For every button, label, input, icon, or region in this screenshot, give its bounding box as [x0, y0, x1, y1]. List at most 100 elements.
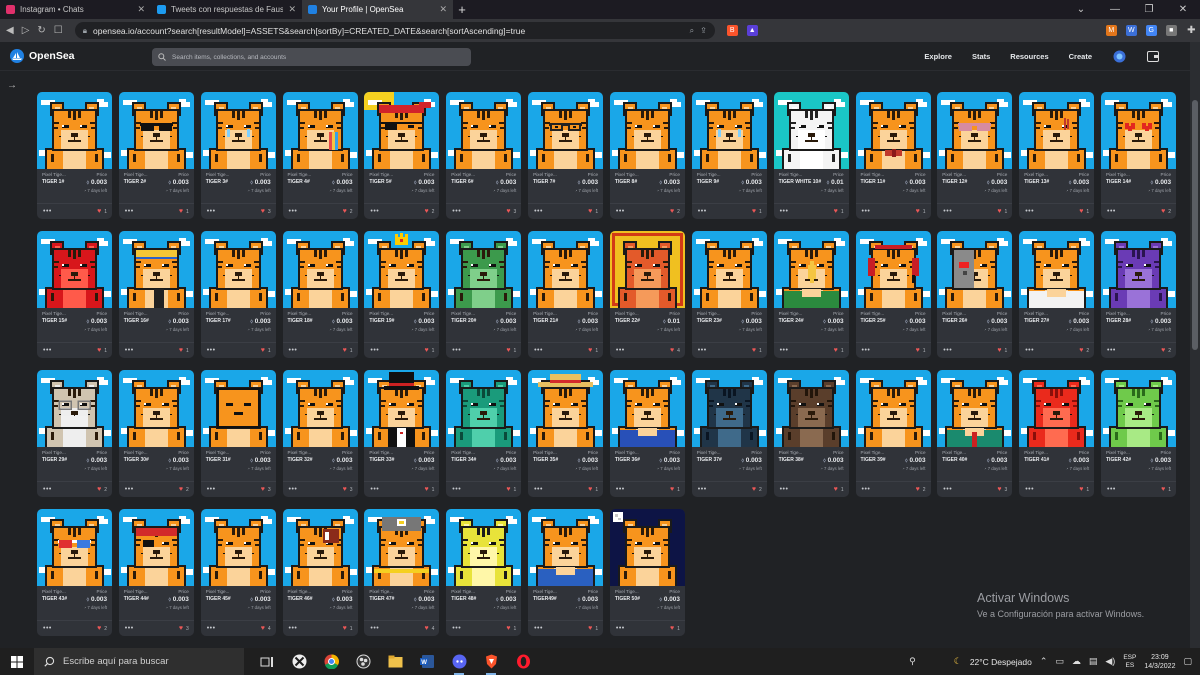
nft-card[interactable]: Pixel Tige... Price TIGER 42# ⬨ 0.003 ◔ 7 da… — [1101, 370, 1176, 497]
nft-image[interactable] — [691, 231, 767, 308]
favorite-button[interactable]: ♥ 1 — [506, 625, 516, 632]
more-options-icon[interactable]: ••• — [616, 625, 625, 632]
browser-tab[interactable]: Tweets con respuestas de Fausty100 (✕ — [151, 0, 302, 19]
nft-card[interactable]: Pixel Tige... Price TIGER 13# ⬨ 0.003 ◔ 7 da… — [1019, 92, 1095, 219]
collection-name[interactable]: Pixel Tige... — [288, 450, 312, 455]
nft-name[interactable]: TIGER 7# — [533, 179, 555, 185]
network-icon[interactable]: ▤ — [1089, 656, 1098, 667]
minimize-icon[interactable]: — — [1098, 0, 1132, 19]
nft-card[interactable]: Pixel Tige... Price TIGER 3# ⬨ 0.003 ◔ 7 day… — [200, 92, 276, 219]
favorite-button[interactable]: ♥ 2 — [1161, 208, 1171, 215]
nft-card[interactable]: Pixel Tige... Price TIGER 32# ⬨ 0.003 ◔ 7 da… — [282, 370, 358, 497]
volume-icon[interactable]: ◀) — [1105, 656, 1115, 667]
clock[interactable]: 23:09 14/3/2022 — [1144, 653, 1175, 671]
more-options-icon[interactable]: ••• — [43, 486, 52, 493]
collection-name[interactable]: Pixel Tige... — [288, 311, 312, 316]
favorite-button[interactable]: ♥ 4 — [261, 625, 271, 632]
browser-tab[interactable]: Your Profile | OpenSea ✕ — [302, 0, 453, 19]
nft-image[interactable] — [282, 509, 358, 586]
nft-card[interactable]: Pixel Tige... Price TIGER 20# ⬨ 0.003 ◔ 7 da… — [446, 231, 522, 358]
favorite-button[interactable]: ♥ 1 — [588, 347, 598, 354]
tray-expand-icon[interactable]: ⌃ — [1040, 656, 1048, 667]
favorite-button[interactable]: ♥ 1 — [752, 347, 762, 354]
collection-name[interactable]: Pixel Tige... — [697, 172, 721, 177]
translate-icon[interactable]: G — [1145, 25, 1157, 36]
metamask-icon[interactable]: M — [1105, 25, 1117, 36]
language-indicator[interactable]: ESP ES — [1123, 654, 1136, 670]
search-input[interactable] — [172, 53, 452, 61]
nft-name[interactable]: TIGER 35# — [533, 457, 558, 463]
favorite-button[interactable]: ♥ 1 — [1079, 486, 1089, 493]
nft-card[interactable]: Pixel Tige... Price TIGER 7# ⬨ 0.003 ◔ 7 day… — [528, 92, 604, 219]
favorite-button[interactable]: ♥ 2 — [670, 208, 680, 215]
chrome-icon[interactable] — [322, 653, 340, 671]
nft-name[interactable]: TIGER 23# — [697, 318, 722, 324]
more-options-icon[interactable]: ••• — [1025, 486, 1034, 493]
extension-icon[interactable]: ■ — [1165, 25, 1177, 36]
nft-image[interactable] — [528, 509, 604, 586]
weather-text[interactable]: 22°C Despejado — [970, 657, 1032, 667]
nft-name[interactable]: TIGER 1# — [42, 179, 64, 185]
more-options-icon[interactable]: ••• — [862, 486, 871, 493]
nft-image[interactable] — [446, 509, 522, 586]
nft-name[interactable]: TIGER 42# — [1106, 457, 1131, 463]
favorite-button[interactable]: ♥ 1 — [670, 486, 680, 493]
more-options-icon[interactable]: ••• — [125, 625, 134, 632]
collection-name[interactable]: Pixel Tige... — [206, 311, 230, 316]
favorite-button[interactable]: ♥ 1 — [588, 486, 598, 493]
favorite-button[interactable]: ♥ 1 — [506, 347, 516, 354]
task-view-icon[interactable] — [258, 653, 276, 671]
close-tab-icon[interactable]: ✕ — [439, 4, 447, 15]
opensea-logo[interactable]: OpenSea — [10, 49, 75, 63]
more-options-icon[interactable]: ••• — [370, 347, 379, 354]
collection-name[interactable]: Pixel Tige... — [124, 172, 148, 177]
file-explorer-icon[interactable] — [386, 653, 404, 671]
favorite-button[interactable]: ♥ 1 — [424, 486, 434, 493]
people-icon[interactable]: ⚲ — [909, 656, 916, 667]
nft-card[interactable]: Pixel Tige... Price TIGER 35# ⬨ 0.003 ◔ 7 da… — [528, 370, 604, 497]
favorite-button[interactable]: ♥ 1 — [752, 208, 762, 215]
nft-card[interactable]: Pixel Tige... Price TIGER 5# ⬨ 0.003 ◔ 7 day… — [364, 92, 440, 219]
more-options-icon[interactable]: ••• — [289, 208, 298, 215]
collection-name[interactable]: Pixel Tige... — [1106, 450, 1130, 455]
collection-name[interactable]: Pixel Tige... — [615, 311, 639, 316]
nft-name[interactable]: TIGER 47# — [369, 596, 394, 602]
collection-name[interactable]: Pixel Tige... — [779, 450, 803, 455]
nft-image[interactable] — [200, 92, 276, 169]
zoom-icon[interactable]: ⌕ — [690, 26, 694, 36]
more-options-icon[interactable]: ••• — [943, 347, 952, 354]
nft-card[interactable]: Pixel Tige... Price TIGER 29# ⬨ 0.003 ◔ 7 da… — [37, 370, 112, 497]
taskbar-search[interactable]: Escribe aquí para buscar — [34, 648, 244, 675]
favorite-button[interactable]: ♥ 3 — [343, 486, 353, 493]
collection-name[interactable]: Pixel Tige... — [369, 311, 393, 316]
nft-name[interactable]: TIGER 12# — [942, 179, 967, 185]
nft-name[interactable]: TIGER 6# — [451, 179, 473, 185]
collection-name[interactable]: Pixel Tige... — [615, 450, 639, 455]
brave-rewards-icon[interactable]: ▲ — [746, 25, 758, 36]
collection-name[interactable]: Pixel Tige... — [206, 172, 230, 177]
nft-card[interactable]: Pixel Tige... Price TIGER 48# ⬨ 0.003 ◔ 7 da… — [446, 509, 522, 636]
more-options-icon[interactable]: ••• — [125, 347, 134, 354]
nft-image[interactable] — [773, 92, 849, 169]
more-options-icon[interactable]: ••• — [452, 625, 461, 632]
collection-name[interactable]: Pixel Tige... — [697, 450, 721, 455]
favorite-button[interactable]: ♥ 2 — [97, 486, 107, 493]
nft-image[interactable] — [691, 92, 767, 169]
nft-name[interactable]: TIGER 44# — [124, 596, 149, 602]
more-options-icon[interactable]: ••• — [1025, 347, 1034, 354]
nft-name[interactable]: TIGER 19# — [369, 318, 394, 324]
nft-image[interactable] — [528, 231, 604, 308]
nft-card[interactable]: Pixel Tige... Price TIGER 40# ⬨ 0.003 ◔ 7 da… — [937, 370, 1013, 497]
nft-image[interactable] — [937, 231, 1013, 308]
more-options-icon[interactable]: ••• — [43, 625, 52, 632]
collection-name[interactable]: Pixel Tige... — [1024, 172, 1048, 177]
notifications-icon[interactable]: ▢ — [1183, 656, 1192, 667]
nft-name[interactable]: TIGER 9# — [697, 179, 719, 185]
nft-card[interactable]: Pixel Tige... Price TIGER 30# ⬨ 0.003 ◔ 7 da… — [118, 370, 194, 497]
favorite-button[interactable]: ♥ 3 — [997, 486, 1007, 493]
favorite-button[interactable]: ♥ 1 — [834, 208, 844, 215]
nav-resources[interactable]: Resources — [1010, 52, 1048, 61]
favorite-button[interactable]: ♥ 1 — [1161, 486, 1171, 493]
favorite-button[interactable]: ♥ 2 — [97, 625, 107, 632]
nft-image[interactable] — [609, 509, 685, 586]
